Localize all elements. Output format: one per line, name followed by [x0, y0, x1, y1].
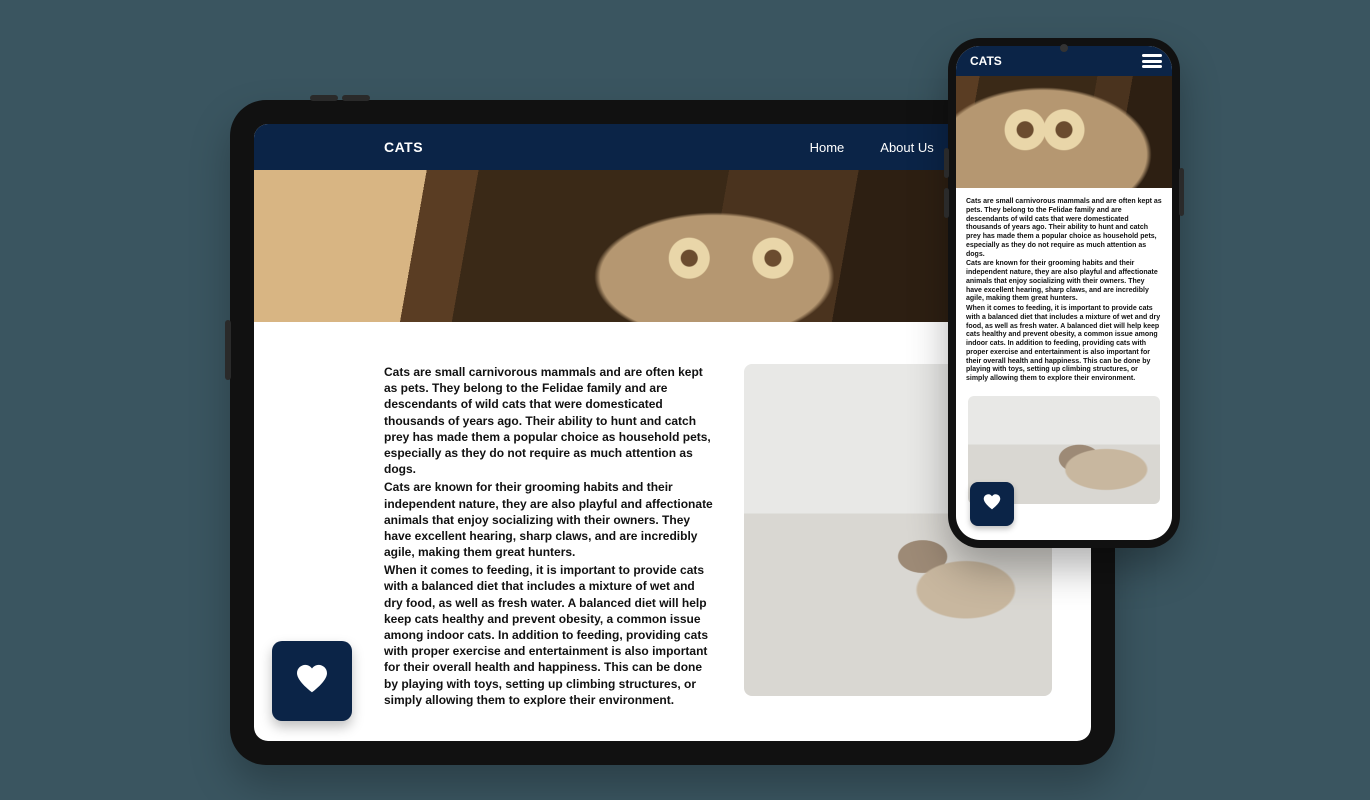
paragraph-1: Cats are small carnivorous mammals and a… — [384, 364, 714, 477]
phone-content: Cats are small carnivorous mammals and a… — [956, 188, 1172, 504]
paragraph-2: Cats are known for their grooming habits… — [384, 479, 714, 560]
nav-link-about[interactable]: About Us — [880, 140, 933, 155]
phone-article-text: Cats are small carnivorous mammals and a… — [966, 198, 1162, 384]
hamburger-icon — [1142, 60, 1162, 63]
phone-power-button — [1179, 168, 1184, 216]
tablet-fab-button[interactable] — [272, 641, 352, 721]
tablet-volume-button-1 — [310, 95, 338, 101]
paragraph-2: Cats are known for their grooming habits… — [966, 260, 1162, 304]
paragraph-3: When it comes to feeding, it is importan… — [966, 305, 1162, 384]
nav-link-home[interactable]: Home — [810, 140, 845, 155]
phone-hero-image — [956, 76, 1172, 188]
tablet-article-text: Cats are small carnivorous mammals and a… — [384, 364, 714, 710]
paragraph-3: When it comes to feeding, it is importan… — [384, 562, 714, 708]
hamburger-icon — [1142, 65, 1162, 68]
tablet-power-button — [225, 320, 231, 380]
phone-camera — [1060, 44, 1068, 52]
hamburger-icon — [1142, 54, 1162, 57]
hamburger-menu-button[interactable] — [1142, 54, 1162, 68]
heart-down-icon — [981, 491, 1003, 518]
paragraph-1: Cats are small carnivorous mammals and a… — [966, 198, 1162, 259]
heart-down-icon — [292, 659, 332, 704]
phone-screen: CATS Cats are small carnivorous mammals … — [956, 46, 1172, 540]
phone-device-frame: CATS Cats are small carnivorous mammals … — [948, 38, 1180, 548]
site-logo[interactable]: CATS — [384, 139, 423, 155]
site-logo[interactable]: CATS — [966, 54, 1002, 68]
tablet-volume-button-2 — [342, 95, 370, 101]
phone-fab-button[interactable] — [970, 482, 1014, 526]
